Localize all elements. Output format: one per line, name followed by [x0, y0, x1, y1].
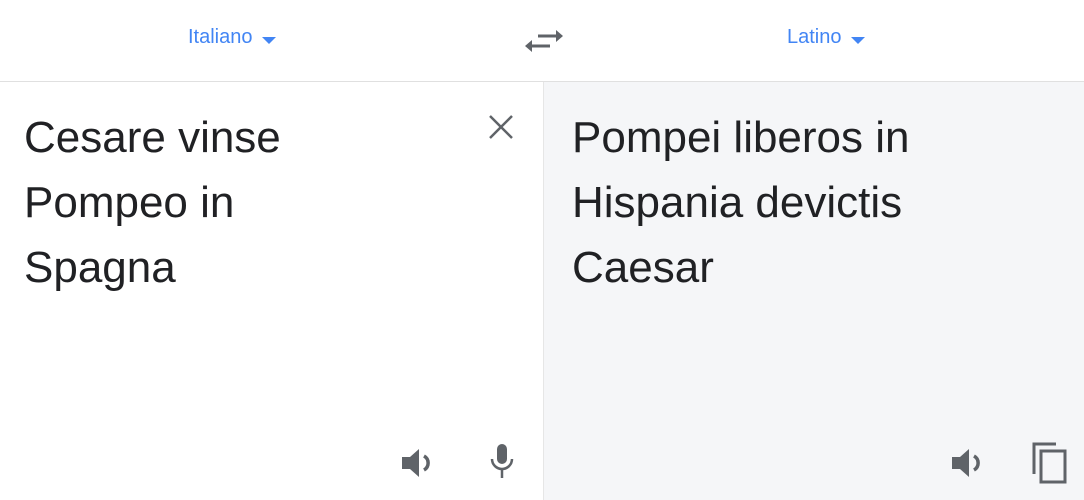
swap-arrows-icon[interactable]	[524, 22, 564, 60]
microphone-icon[interactable]	[487, 442, 517, 482]
target-language-selector[interactable]: Latino	[787, 26, 865, 49]
translation-text: Pompei liberos in Hispania devictis Caes…	[572, 113, 910, 292]
copy-icon[interactable]	[1030, 440, 1070, 486]
translation-panel: Pompei liberos in Hispania devictis Caes…	[544, 82, 1084, 500]
close-icon[interactable]	[486, 112, 516, 142]
target-language-label: Latino	[787, 26, 842, 48]
language-bar: Italiano Latino	[0, 0, 1084, 82]
source-language-selector[interactable]: Italiano	[188, 26, 276, 49]
source-language-label: Italiano	[188, 26, 253, 48]
speaker-icon[interactable]	[950, 446, 988, 480]
translator-app: Italiano Latino Cesare vinse Pompeo in S…	[0, 0, 1084, 500]
chevron-down-icon	[850, 36, 865, 44]
source-text-input[interactable]: Cesare vinse Pompeo in Spagna	[24, 105, 464, 300]
speaker-icon[interactable]	[400, 446, 438, 480]
source-panel: Cesare vinse Pompeo in Spagna	[0, 82, 544, 500]
chevron-down-icon	[261, 36, 276, 44]
